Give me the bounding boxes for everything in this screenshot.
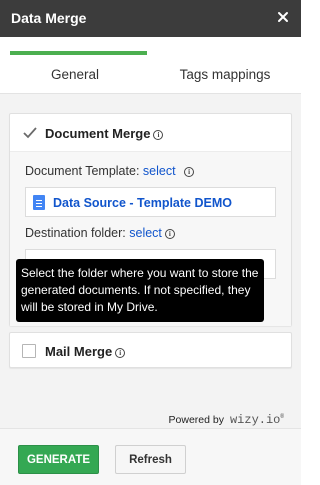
google-doc-icon [33,195,45,210]
tab-general[interactable]: General [0,37,150,94]
info-icon[interactable]: i [115,348,126,358]
refresh-button[interactable]: Refresh [115,445,186,474]
powered-by: Powered by wizy.io® [169,413,284,427]
powered-by-label: Powered by [168,414,224,426]
destination-tooltip: Select the folder where you want to stor… [16,259,264,322]
footer-bar: GENERATE Refresh [0,428,301,485]
mail-merge-checkbox[interactable] [22,344,36,358]
destination-select-link[interactable]: select [129,226,162,240]
destination-row: Destination folder: select i [25,226,175,240]
active-tab-indicator [10,51,147,55]
template-row: Document Template: select i [25,164,195,178]
dialog-title: Data Merge [11,10,87,26]
template-file-chip[interactable]: Data Source - Template DEMO [25,187,276,217]
template-select-link[interactable]: select [143,164,176,178]
document-merge-header: Document Merge i [10,114,291,151]
tab-tags-mappings-label: Tags mappings [179,67,271,82]
wizy-logo[interactable]: wizy.io® [230,413,284,427]
generate-button[interactable]: GENERATE [18,445,99,474]
wizy-brand-text: wizy.io [229,413,281,427]
document-merge-checkbox[interactable] [22,126,37,140]
info-icon[interactable]: i [153,130,164,140]
info-icon[interactable]: i [184,167,195,177]
tab-bar: General Tags mappings [0,37,301,94]
document-merge-label: Document Merge [45,126,151,141]
tab-tags-mappings[interactable]: Tags mappings [150,37,300,94]
tab-general-label: General [50,67,100,82]
mail-merge-title: Mail Merge i [45,344,126,359]
info-icon[interactable]: i [164,229,175,239]
document-merge-title: Document Merge i [45,126,164,141]
template-label: Document Template: [25,164,140,178]
dialog-titlebar: Data Merge [0,0,301,37]
mail-merge-label: Mail Merge [45,344,113,359]
mail-merge-card: Mail Merge i [9,332,292,368]
template-file-name[interactable]: Data Source - Template DEMO [53,196,232,210]
checkmark-icon [23,127,37,139]
close-icon[interactable] [274,8,292,26]
destination-label: Destination folder: [25,226,126,240]
